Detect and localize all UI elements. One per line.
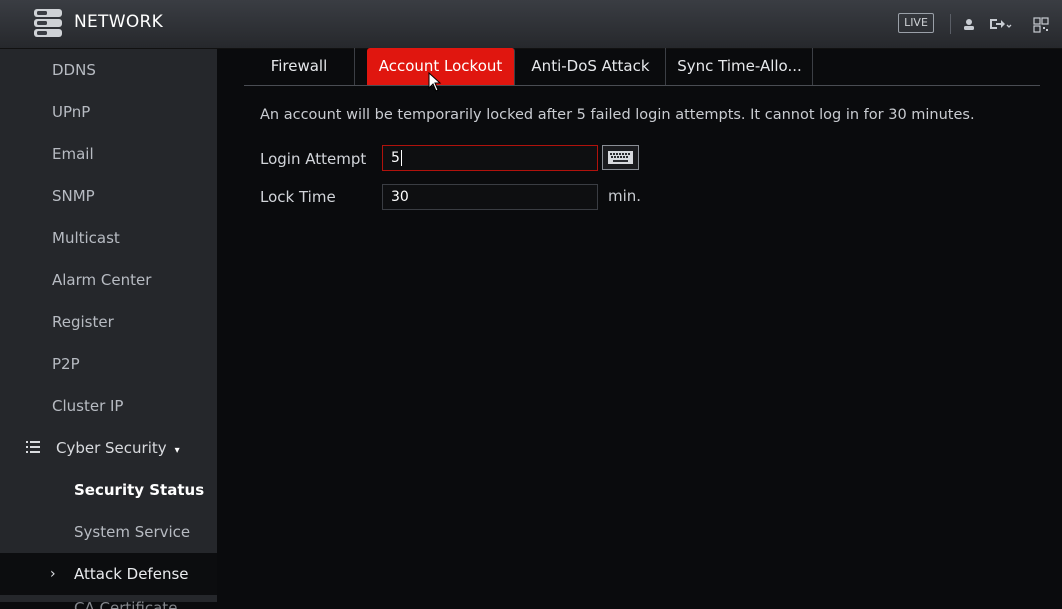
sidebar-item-cyber-security[interactable]: Cyber Security ▾ bbox=[0, 427, 217, 469]
sidebar-item-system-service[interactable]: System Service bbox=[0, 511, 217, 553]
qr-code-icon[interactable] bbox=[1033, 14, 1049, 34]
menu-list-icon bbox=[26, 441, 40, 453]
login-attempt-label: Login Attempt bbox=[260, 150, 367, 168]
sidebar-item-snmp[interactable]: SNMP bbox=[0, 175, 217, 217]
sidebar-item-email[interactable]: Email bbox=[0, 133, 217, 175]
tab-anti-dos-attack[interactable]: Anti-DoS Attack bbox=[516, 48, 666, 85]
text-caret bbox=[400, 150, 402, 166]
sidebar-item-label: Security Status bbox=[74, 481, 205, 499]
sidebar-item-security-status[interactable]: Security Status bbox=[0, 469, 217, 511]
network-logo-icon bbox=[34, 9, 62, 37]
sidebar-item-ddns[interactable]: DDNS bbox=[0, 49, 217, 91]
sidebar-item-label: Register bbox=[52, 313, 114, 331]
sidebar-item-p2p[interactable]: P2P bbox=[0, 343, 217, 385]
description-text: An account will be temporarily locked af… bbox=[260, 107, 975, 123]
sidebar-item-label: P2P bbox=[52, 355, 80, 373]
lock-time-unit: min. bbox=[608, 187, 642, 205]
sidebar-item-label: Cluster IP bbox=[52, 397, 124, 415]
sidebar-item-label: UPnP bbox=[52, 103, 91, 121]
tab-bar: Firewall Account Lockout Anti-DoS Attack… bbox=[244, 48, 1040, 86]
sidebar-item-multicast[interactable]: Multicast bbox=[0, 217, 217, 259]
login-attempt-input[interactable]: 5 bbox=[382, 145, 598, 171]
sidebar-item-label: Email bbox=[52, 145, 94, 163]
page-title: NETWORK bbox=[74, 12, 164, 32]
top-bar: NETWORK LIVE bbox=[0, 0, 1062, 49]
sidebar-item-register[interactable]: Register bbox=[0, 301, 217, 343]
sidebar-item-label: Attack Defense bbox=[74, 565, 189, 583]
sidebar-item-label: Cyber Security bbox=[56, 439, 167, 457]
sidebar-item-cluster-ip[interactable]: Cluster IP bbox=[0, 385, 217, 427]
keyboard-button[interactable] bbox=[602, 145, 639, 170]
live-button[interactable]: LIVE bbox=[898, 13, 934, 33]
sidebar-item-label: System Service bbox=[74, 523, 191, 541]
logout-icon[interactable] bbox=[988, 14, 1012, 34]
sidebar-item-label: Multicast bbox=[52, 229, 120, 247]
keyboard-icon bbox=[608, 151, 633, 164]
lock-time-input[interactable]: 30 bbox=[382, 184, 598, 210]
sidebar: DDNS UPnP Email SNMP Multicast Alarm Cen… bbox=[0, 49, 217, 609]
sidebar-item-label: Alarm Center bbox=[52, 271, 152, 289]
chevron-down-icon: ▾ bbox=[174, 445, 180, 456]
mouse-pointer-icon bbox=[428, 72, 442, 92]
login-attempt-value: 5 bbox=[391, 150, 400, 166]
sidebar-item-alarm-center[interactable]: Alarm Center bbox=[0, 259, 217, 301]
divider bbox=[950, 14, 951, 34]
sidebar-item-upnp[interactable]: UPnP bbox=[0, 91, 217, 133]
lock-time-label: Lock Time bbox=[260, 188, 336, 206]
sidebar-item-label: DDNS bbox=[52, 61, 96, 79]
chevron-right-icon: › bbox=[50, 566, 56, 582]
sidebar-item-label: SNMP bbox=[52, 187, 95, 205]
sidebar-item-ca-certificate[interactable]: CA Certificate bbox=[0, 595, 217, 609]
sidebar-item-label: CA Certificate bbox=[74, 599, 178, 609]
user-icon[interactable] bbox=[962, 14, 976, 34]
sidebar-item-attack-defense[interactable]: › Attack Defense bbox=[0, 553, 217, 595]
tab-firewall[interactable]: Firewall bbox=[244, 48, 355, 85]
tab-sync-time-allowlist[interactable]: Sync Time-Allo... bbox=[667, 48, 813, 85]
